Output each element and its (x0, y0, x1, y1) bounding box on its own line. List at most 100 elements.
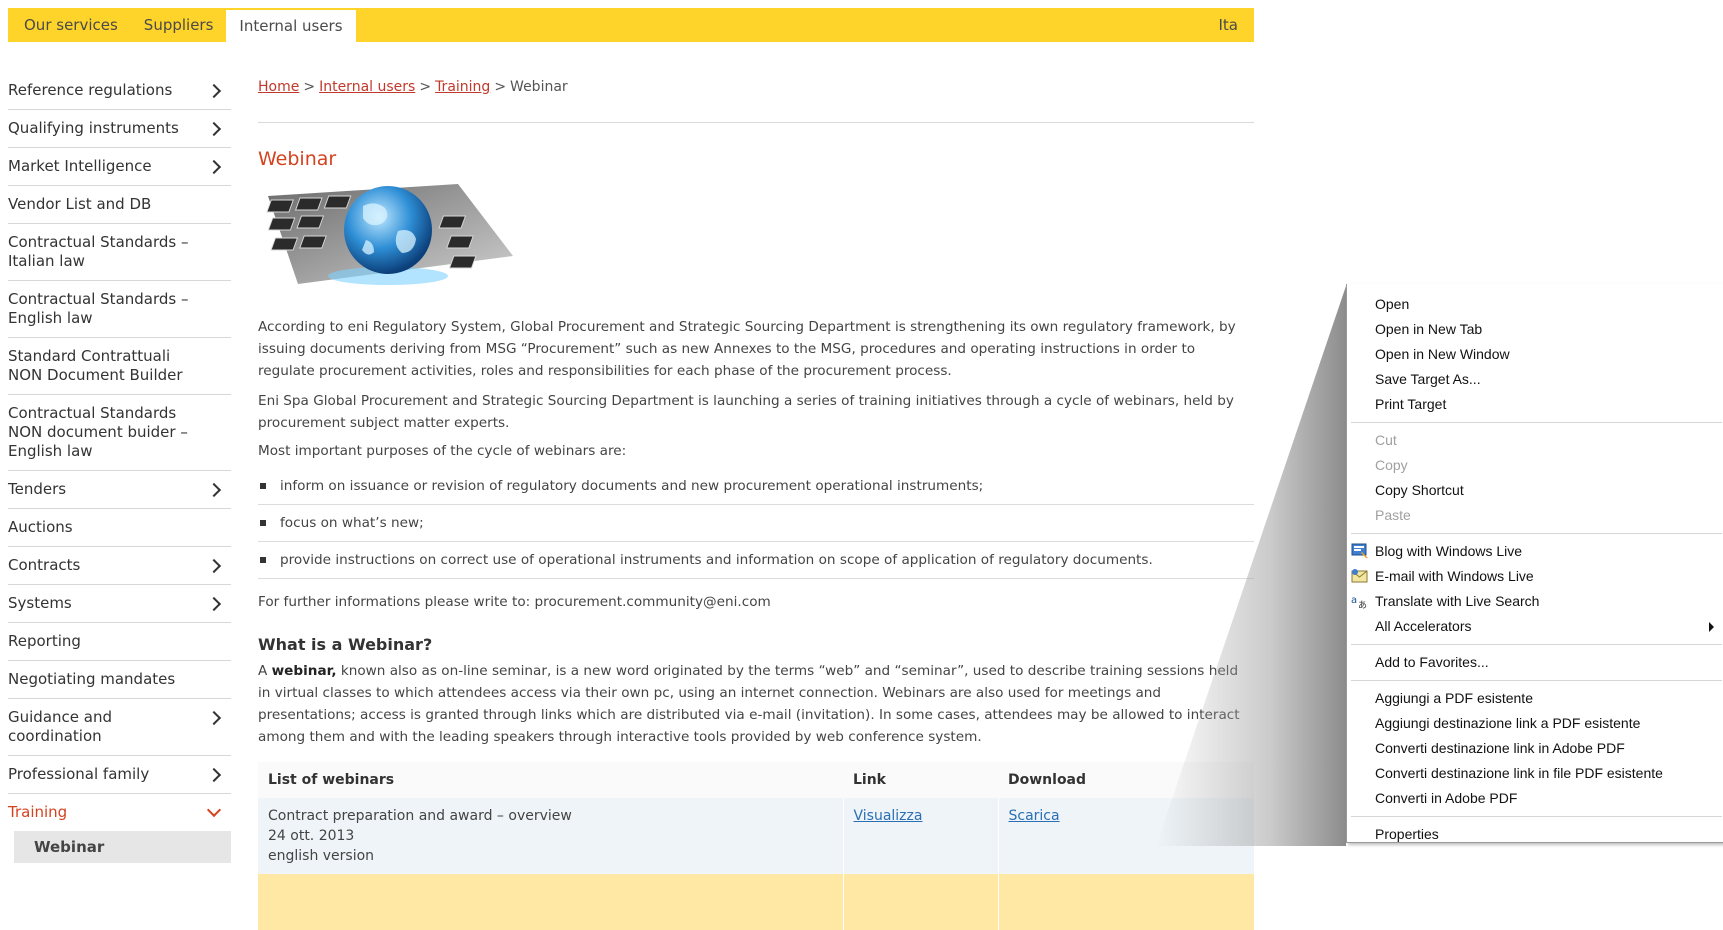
menu-item-add-favorites[interactable]: Add to Favorites... (1347, 650, 1723, 675)
menu-item-all-accelerators[interactable]: All Accelerators (1347, 614, 1723, 639)
menu-separator (1351, 644, 1722, 645)
sidebar-item-professional-family[interactable]: Professional family (8, 756, 231, 794)
breadcrumb-internal-users[interactable]: Internal users (319, 79, 415, 95)
menu-item-converti-link-file-pdf[interactable]: Converti destinazione link in file PDF e… (1347, 761, 1723, 786)
menu-item-converti-link-adobe-pdf[interactable]: Converti destinazione link in Adobe PDF (1347, 736, 1723, 761)
sidebar-item-reference-regulations[interactable]: Reference regulations (8, 72, 231, 110)
sidebar-item-standard-contrattuali[interactable]: Standard Contrattuali NON Document Build… (8, 338, 231, 395)
menu-item-label: Blog with Windows Live (1375, 543, 1523, 559)
menu-item-properties[interactable]: Properties (1347, 822, 1723, 847)
top-navigation-bar: Our services Suppliers Internal users It… (8, 8, 1254, 42)
webinar-definition-paragraph: A webinar, known also as on-line seminar… (258, 660, 1254, 748)
translate-icon: aあ (1351, 595, 1367, 609)
menu-item-open-new-window[interactable]: Open in New Window (1347, 342, 1723, 367)
menu-item-paste[interactable]: Paste (1347, 503, 1723, 528)
sidebar-item-contractual-italian[interactable]: Contractual Standards – Italian law (8, 224, 231, 281)
empty-cell (997, 874, 1254, 930)
definition-text: known also as on-line seminar, is a new … (258, 663, 1240, 745)
menu-item-copy[interactable]: Copy (1347, 453, 1723, 478)
menu-item-label: Translate with Live Search (1375, 593, 1540, 609)
menu-separator (1351, 680, 1722, 681)
sidebar-item-label: Vendor List and DB (8, 195, 152, 213)
main-content: Home > Internal users > Training > Webinar Web… (258, 72, 1254, 930)
chevron-right-icon (206, 558, 222, 574)
svg-text:a: a (1351, 595, 1357, 606)
chevron-down-icon (206, 802, 222, 818)
chevron-right-icon (206, 596, 222, 612)
webinars-table: List of webinars Link Download Contract … (258, 762, 1254, 930)
sidebar-item-label: Market Intelligence (8, 157, 152, 175)
breadcrumb-separator: > (494, 79, 507, 95)
blog-icon (1351, 543, 1368, 558)
menu-item-print-target[interactable]: Print Target (1347, 392, 1723, 417)
page-title: Webinar (258, 148, 337, 170)
submenu-arrow-icon (1709, 622, 1714, 632)
tab-suppliers[interactable]: Suppliers (131, 8, 227, 42)
view-link[interactable]: Visualizza (854, 808, 923, 824)
menu-item-copy-shortcut[interactable]: Copy Shortcut (1347, 478, 1723, 503)
column-header-link: Link (843, 762, 998, 798)
menu-item-blog-windows-live[interactable]: Blog with Windows Live (1347, 539, 1723, 564)
sidebar-item-label: Contractual Standards – Italian law (8, 233, 189, 270)
list-item-text: focus on what’s new; (280, 515, 424, 531)
sidebar-item-guidance[interactable]: Guidance and coordination (8, 699, 231, 756)
sidebar-item-vendor-list[interactable]: Vendor List and DB (8, 186, 231, 224)
menu-item-email-windows-live[interactable]: E-mail with Windows Live (1347, 564, 1723, 589)
menu-item-open-new-tab[interactable]: Open in New Tab (1347, 317, 1723, 342)
context-menu: Open Open in New Tab Open in New Window … (1346, 284, 1723, 843)
list-item-text: inform on issuance or revision of regula… (280, 478, 984, 494)
list-item-text: provide instructions on correct use of o… (280, 552, 1153, 568)
menu-item-aggiungi-link-pdf[interactable]: Aggiungi destinazione link a PDF esisten… (1347, 711, 1723, 736)
empty-cell (258, 874, 843, 930)
menu-item-aggiungi-pdf[interactable]: Aggiungi a PDF esistente (1347, 686, 1723, 711)
sidebar-item-contractual-english[interactable]: Contractual Standards – English law (8, 281, 231, 338)
webinar-title: Contract preparation and award – overvie… (268, 808, 572, 824)
sidebar-item-label: Contracts (8, 556, 81, 574)
sidebar: Reference regulations Qualifying instrum… (8, 72, 231, 863)
breadcrumb-training[interactable]: Training (435, 79, 490, 95)
language-switch[interactable]: Ita (1219, 8, 1239, 42)
menu-item-save-target[interactable]: Save Target As... (1347, 367, 1723, 392)
menu-item-label: All Accelerators (1375, 618, 1472, 634)
table-row: Contract preparation and award – overvie… (258, 798, 1254, 874)
sidebar-item-label: Negotiating mandates (8, 670, 176, 688)
download-link[interactable]: Scarica (1009, 808, 1060, 824)
sidebar-item-label: Reference regulations (8, 81, 173, 99)
sidebar-item-label: Training (8, 803, 68, 821)
sidebar-item-label: Professional family (8, 765, 150, 783)
sidebar-item-tenders[interactable]: Tenders (8, 471, 231, 509)
menu-item-translate-live-search[interactable]: aあ Translate with Live Search (1347, 589, 1723, 614)
sidebar-item-label: Contractual Standards NON document buide… (8, 404, 188, 460)
sidebar-item-contractual-non-builder[interactable]: Contractual Standards NON document buide… (8, 395, 231, 471)
sidebar-item-label: Reporting (8, 632, 81, 650)
sidebar-item-qualifying-instruments[interactable]: Qualifying instruments (8, 110, 231, 148)
svg-text:あ: あ (1358, 600, 1367, 609)
sidebar-item-training[interactable]: Training (8, 794, 231, 831)
definition-prefix: A (258, 663, 272, 679)
menu-item-cut[interactable]: Cut (1347, 428, 1723, 453)
training-paragraph: Eni Spa Global Procurement and Strategic… (258, 393, 1234, 431)
menu-item-converti-adobe-pdf[interactable]: Converti in Adobe PDF (1347, 786, 1723, 811)
definition-term: webinar, (271, 663, 337, 679)
sidebar-item-market-intelligence[interactable]: Market Intelligence (8, 148, 231, 186)
breadcrumb-separator: > (303, 79, 316, 95)
chevron-right-icon (206, 121, 222, 137)
sidebar-item-reporting[interactable]: Reporting (8, 623, 231, 661)
breadcrumb-current: Webinar (510, 79, 568, 95)
globe-keyboard-image (266, 184, 513, 285)
empty-cell (842, 874, 998, 930)
menu-item-open[interactable]: Open (1347, 292, 1723, 317)
table-row (258, 874, 1254, 930)
webinar-info-cell: Contract preparation and award – overvie… (258, 798, 843, 874)
breadcrumb-home[interactable]: Home (258, 79, 299, 95)
menu-separator (1351, 422, 1722, 423)
sidebar-item-label: Contractual Standards – English law (8, 290, 189, 327)
sidebar-item-auctions[interactable]: Auctions (8, 509, 231, 547)
chevron-right-icon (206, 482, 222, 498)
sidebar-item-negotiating-mandates[interactable]: Negotiating mandates (8, 661, 231, 699)
tab-internal-users[interactable]: Internal users (226, 10, 356, 42)
sidebar-item-contracts[interactable]: Contracts (8, 547, 231, 585)
tab-our-services[interactable]: Our services (8, 8, 131, 42)
sidebar-subitem-webinar[interactable]: Webinar (14, 831, 231, 863)
sidebar-item-systems[interactable]: Systems (8, 585, 231, 623)
